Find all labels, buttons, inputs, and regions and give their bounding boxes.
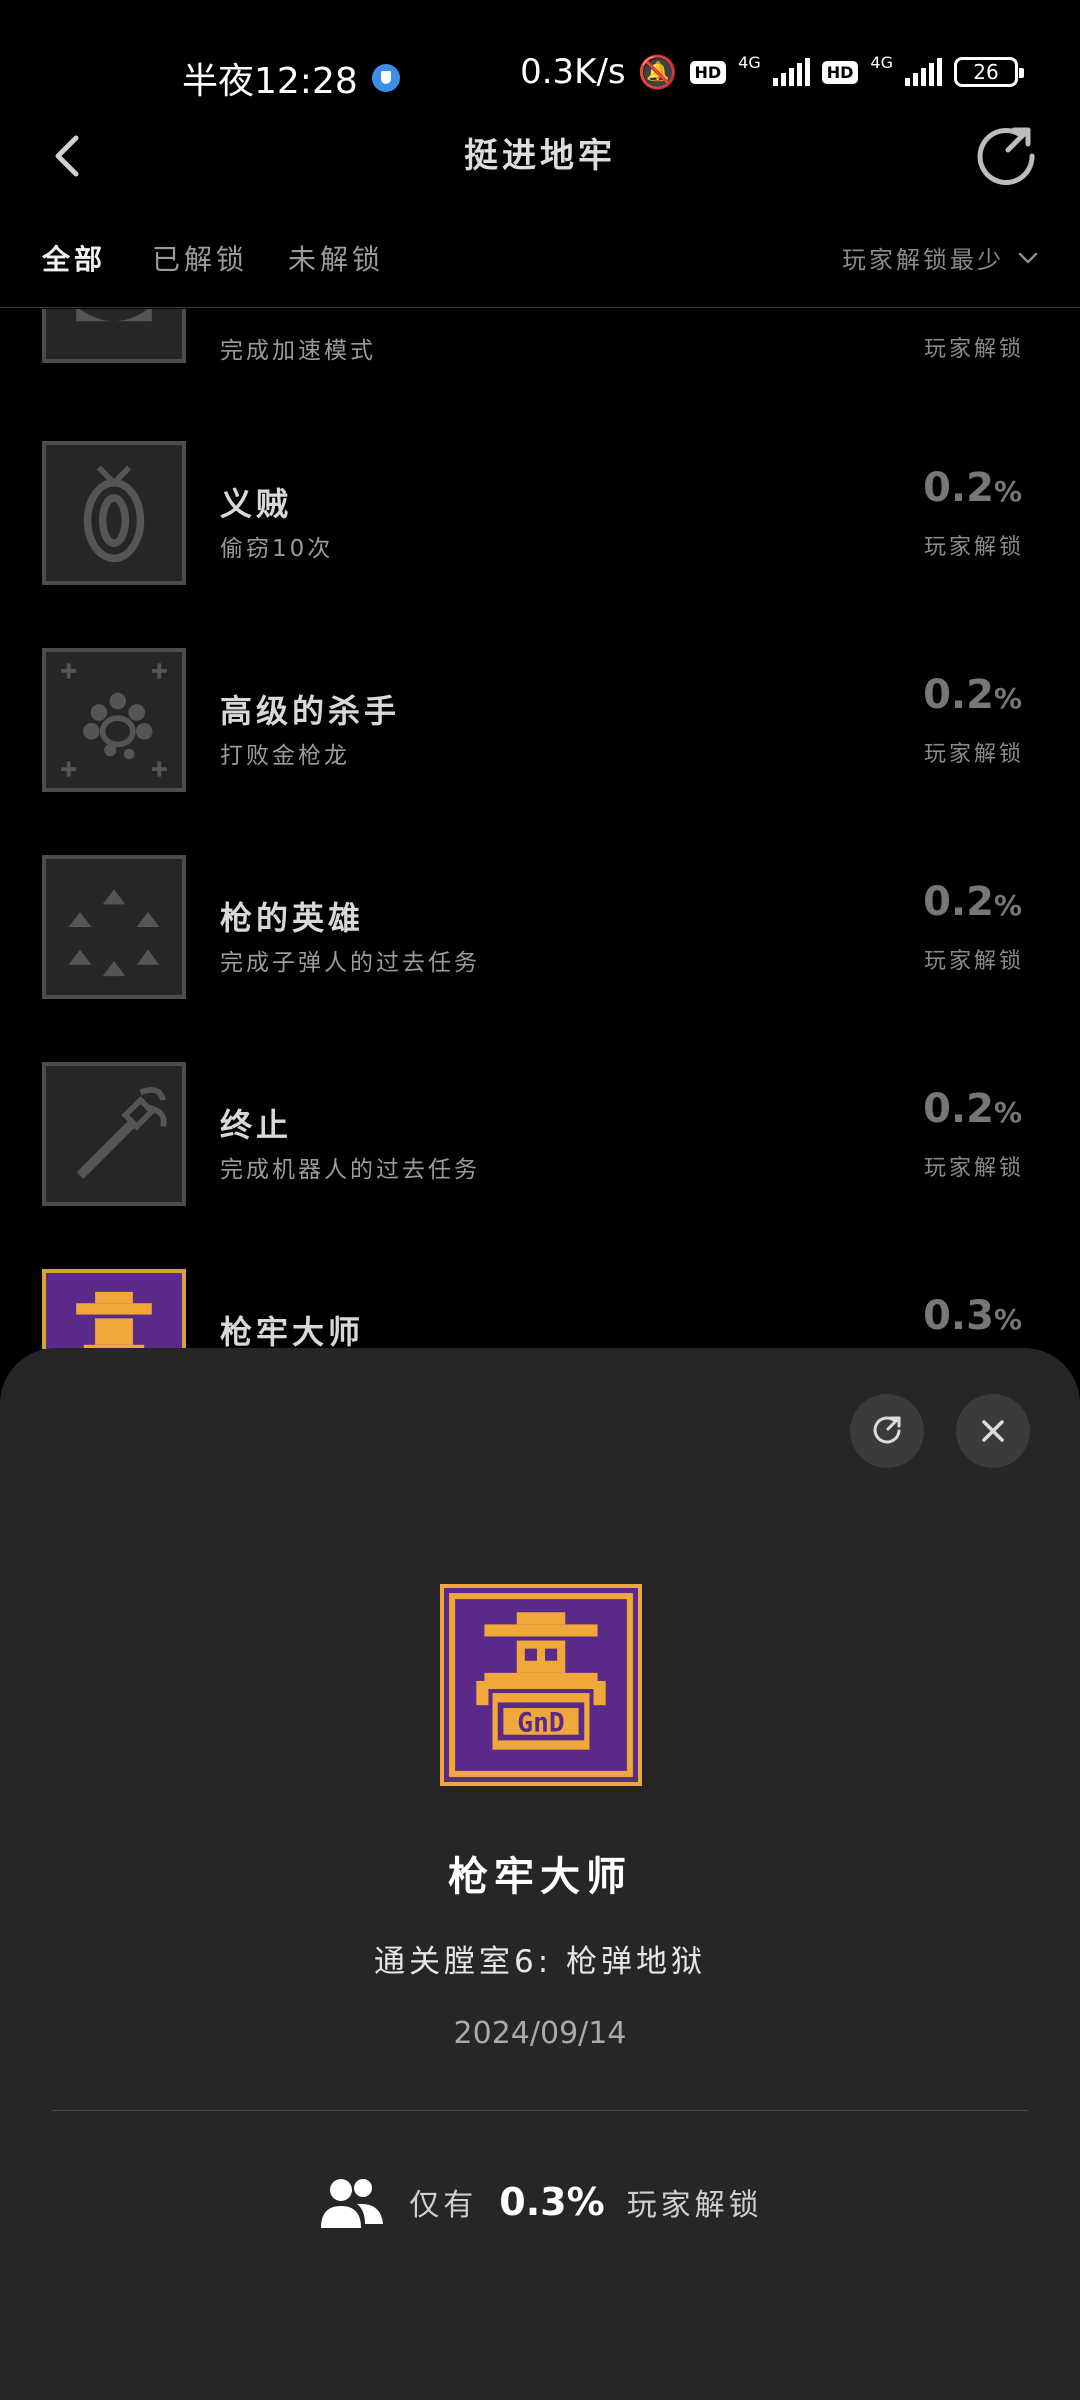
tab-all[interactable]: 全部 [42, 238, 106, 278]
chevron-down-icon [1018, 252, 1038, 263]
achievement-percent: 0.2% [923, 672, 1022, 718]
achievement-desc: 偷窃10次 [220, 536, 334, 562]
filter-tabs: 全部 已解锁 未解锁 玩家解锁最少 [0, 232, 1080, 308]
tab-unlocked[interactable]: 已解锁 [152, 238, 248, 278]
achievement-thumb [42, 855, 186, 999]
achievement-detail-sheet: GnD 枪牢大师 通关膛室6: 枪弹地狱 2024/09/14 仅有 0.3% … [0, 1348, 1080, 2400]
achievement-thumb [42, 441, 186, 585]
stat-value: 0.3% [499, 2180, 605, 2224]
status-time: 半夜12:28 [182, 61, 358, 102]
achievement-desc: 完成加速模式 [220, 338, 376, 364]
sheet-share-button[interactable] [850, 1394, 924, 1468]
achievement-percent: 0.2% [923, 465, 1022, 511]
share-icon [977, 127, 1035, 185]
unlock-label: 玩家解锁 [923, 535, 1024, 560]
unlock-label: 玩家解锁 [923, 1156, 1024, 1181]
stat-prefix: 仅有 [409, 2188, 478, 2223]
achievement-percent: 0.2% [923, 879, 1022, 925]
share-icon [873, 1416, 901, 1444]
list-item[interactable]: 高级的杀手 打败金枪龙 0.2% 玩家解锁 [0, 648, 1080, 798]
achievement-name: 高级的杀手 [220, 692, 401, 730]
unlock-stat: 仅有 0.3% 玩家解锁 [0, 2172, 1080, 2232]
list-item[interactable]: 枪的英雄 完成子弹人的过去任务 0.2% 玩家解锁 [0, 855, 1080, 1005]
achievement-desc: 打败金枪龙 [220, 743, 350, 769]
sort-label: 玩家解锁最少 [842, 246, 1004, 274]
achievement-percent: 0.3% [923, 1293, 1022, 1339]
unlock-label: 玩家解锁 [923, 742, 1024, 767]
list-item[interactable]: 枪牢大师 0.3% [0, 1269, 1080, 1349]
sort-dropdown[interactable]: 玩家解锁最少 [842, 240, 1040, 275]
wrench-icon [76, 1087, 167, 1179]
achievement-name: 义贼 [220, 485, 293, 523]
partial-icon [76, 309, 152, 322]
sheet-close-button[interactable] [956, 1394, 1030, 1468]
eye-icon [83, 465, 145, 563]
achievement-badge-image: GnD [440, 1584, 642, 1786]
hd-badge-2: HD [821, 60, 859, 84]
share-button[interactable] [970, 120, 1042, 192]
mute-icon: 🔕 [637, 53, 678, 91]
users-icon [321, 2179, 384, 2228]
page-title: 挺进地牢 [464, 136, 616, 176]
achievement-description: 通关膛室6: 枪弹地狱 [373, 1944, 707, 1980]
unlock-label: 玩家解锁 [923, 949, 1024, 974]
status-time-group: 半夜12:28 [182, 52, 400, 104]
achievement-name: 终止 [220, 1106, 293, 1144]
bullets-icon [68, 889, 160, 977]
status-bar: 半夜12:28 0.3K/s 🔕 HD 4G HD 4G 26 [0, 0, 1080, 120]
net-type-label: 4G [738, 52, 761, 72]
app-header: 挺进地牢 [0, 110, 1080, 230]
gungeon-master-icon [76, 1291, 152, 1349]
hd-badge: HD [689, 60, 727, 84]
status-indicators: 0.3K/s 🔕 HD 4G HD 4G 26 [520, 52, 1024, 92]
achievement-date: 2024/09/14 [453, 2016, 627, 2051]
tab-locked[interactable]: 未解锁 [288, 238, 384, 278]
shield-icon [371, 64, 400, 92]
list-item[interactable]: 完成加速模式 玩家解锁 [0, 309, 1080, 369]
signal-icon-2 [905, 58, 942, 86]
unlock-label: 玩家解锁 [923, 337, 1024, 362]
close-icon [982, 1420, 1004, 1442]
achievement-thumb [42, 648, 186, 792]
achievement-name: 枪的英雄 [220, 899, 365, 937]
achievement-list: 完成加速模式 玩家解锁 义贼 偷窃10次 0.2% 玩家解锁 高级的杀手 打败金… [0, 309, 1080, 1349]
achievement-desc: 完成机器人的过去任务 [220, 1157, 480, 1183]
achievement-percent: 0.2% [923, 1086, 1022, 1132]
dragon-icon [61, 663, 167, 777]
achievement-name: 枪牢大师 [220, 1313, 365, 1349]
battery-icon: 26 [954, 57, 1024, 87]
stat-suffix: 玩家解锁 [626, 2188, 763, 2223]
list-item[interactable]: 义贼 偷窃10次 0.2% 玩家解锁 [0, 441, 1080, 591]
list-item[interactable]: 终止 完成机器人的过去任务 0.2% 玩家解锁 [0, 1062, 1080, 1212]
achievement-desc: 完成子弹人的过去任务 [220, 950, 480, 976]
signal-icon [772, 58, 810, 86]
divider [52, 2110, 1028, 2111]
achievement-title: 枪牢大师 [448, 1854, 632, 1900]
achievement-thumb [42, 1269, 186, 1349]
gungeon-master-icon: GnD [444, 1588, 638, 1782]
svg-text:GnD: GnD [517, 1708, 564, 1738]
achievement-thumb [42, 309, 186, 363]
network-speed: 0.3K/s [520, 52, 626, 92]
achievement-thumb [42, 1062, 186, 1206]
net-type-label-2: 4G [870, 52, 893, 72]
